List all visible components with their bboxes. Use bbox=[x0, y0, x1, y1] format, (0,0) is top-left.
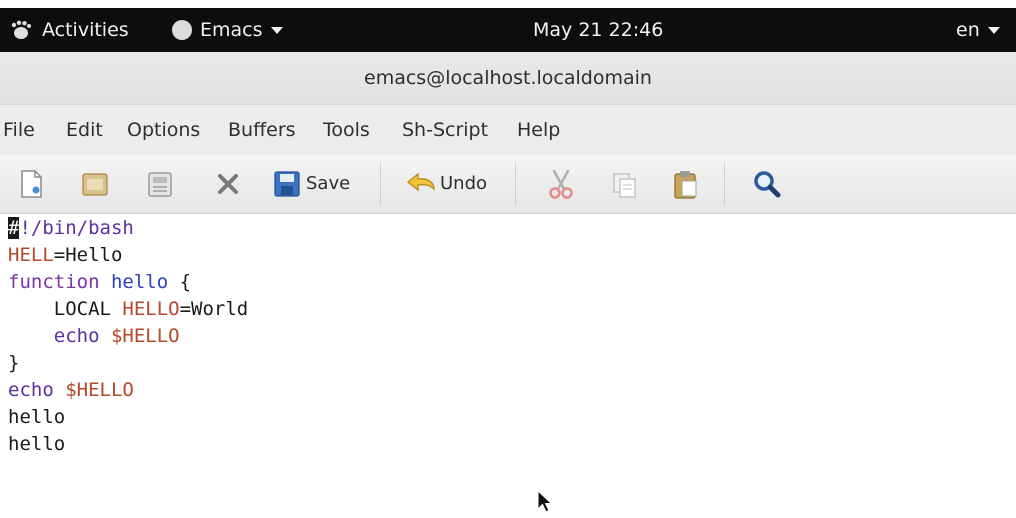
command-text: LOCAL bbox=[8, 298, 123, 320]
paste-icon bbox=[668, 167, 702, 201]
shebang-text: !/bin/bash bbox=[19, 217, 134, 239]
menu-tools[interactable]: Tools bbox=[323, 105, 370, 155]
menu-edit[interactable]: Edit bbox=[66, 105, 103, 155]
undo-button[interactable]: Undo bbox=[404, 167, 500, 201]
clock[interactable]: May 21 22:46 bbox=[533, 8, 663, 52]
close-buffer-button[interactable] bbox=[211, 167, 245, 201]
toolbar-separator bbox=[380, 163, 381, 205]
close-buffer-icon bbox=[211, 167, 245, 201]
menu-sh-script[interactable]: Sh-Script bbox=[402, 105, 488, 155]
code-line: hello bbox=[8, 431, 65, 458]
menu-file[interactable]: File bbox=[3, 105, 35, 155]
undo-icon bbox=[404, 167, 438, 201]
variable-name: HELL bbox=[8, 244, 54, 266]
menu-options[interactable]: Options bbox=[127, 105, 200, 155]
undo-button-label: Undo bbox=[440, 173, 488, 194]
cut-button[interactable] bbox=[544, 167, 578, 201]
dired-icon bbox=[143, 167, 177, 201]
brace: { bbox=[168, 271, 192, 293]
mouse-pointer-icon bbox=[537, 489, 553, 518]
menu-bar: File Edit Options Buffers Tools Sh-Scrip… bbox=[0, 104, 1016, 156]
variable-reference: $HELLO bbox=[65, 379, 134, 401]
code-line: LOCAL HELLO=World bbox=[8, 296, 248, 323]
toolbar-separator bbox=[515, 163, 516, 205]
activities-button[interactable]: Activities bbox=[42, 8, 129, 52]
language-label: en bbox=[956, 19, 980, 41]
copy-icon bbox=[607, 167, 641, 201]
builtin-command: echo bbox=[8, 379, 66, 401]
gnome-foot-icon bbox=[10, 20, 32, 40]
save-button-label: Save bbox=[306, 173, 351, 194]
new-file-button[interactable] bbox=[14, 167, 48, 201]
open-folder-icon bbox=[78, 167, 112, 201]
save-button[interactable]: Save bbox=[272, 167, 362, 201]
search-button[interactable] bbox=[750, 167, 784, 201]
code-line: function hello { bbox=[8, 269, 191, 296]
toolbar-separator bbox=[724, 163, 725, 205]
menu-help[interactable]: Help bbox=[517, 105, 560, 155]
editor-buffer[interactable]: #!/bin/bash HELL=Hello function hello { … bbox=[0, 214, 1016, 518]
function-call: hello bbox=[8, 433, 66, 455]
app-menu-label: Emacs bbox=[200, 19, 263, 41]
code-line: echo $HELLO bbox=[8, 377, 134, 404]
assignment-value: =Hello bbox=[53, 244, 123, 266]
code-line: HELL=Hello bbox=[8, 242, 122, 269]
language-indicator[interactable]: en bbox=[956, 8, 1000, 52]
keyword: function bbox=[8, 271, 100, 293]
variable-name: HELLO bbox=[122, 298, 180, 320]
function-name: hello bbox=[110, 271, 169, 293]
chevron-down-icon bbox=[987, 27, 1000, 34]
tool-bar: Save Undo bbox=[0, 155, 1016, 214]
code-line: #!/bin/bash bbox=[8, 215, 134, 242]
app-menu-button[interactable]: Emacs bbox=[200, 8, 283, 52]
code-line: echo $HELLO bbox=[8, 323, 180, 350]
open-file-button[interactable] bbox=[78, 167, 112, 201]
copy-button[interactable] bbox=[607, 167, 641, 201]
brace: } bbox=[8, 352, 20, 374]
text-cursor: # bbox=[8, 217, 20, 239]
variable-reference: $HELLO bbox=[110, 325, 180, 347]
search-icon bbox=[750, 167, 784, 201]
chevron-down-icon bbox=[270, 27, 283, 34]
paste-button[interactable] bbox=[668, 167, 702, 201]
code-line: } bbox=[8, 350, 19, 377]
gnome-top-bar: Activities Emacs May 21 22:46 en bbox=[0, 8, 1016, 52]
emacs-app-icon bbox=[172, 20, 192, 40]
new-file-icon bbox=[14, 167, 48, 201]
code-line: hello bbox=[8, 404, 65, 431]
builtin-command: echo bbox=[8, 325, 111, 347]
cut-icon bbox=[544, 167, 578, 201]
menu-buffers[interactable]: Buffers bbox=[228, 105, 296, 155]
save-icon bbox=[272, 167, 302, 201]
window-title: emacs@localhost.localdomain bbox=[364, 67, 652, 89]
assignment-value: =World bbox=[179, 298, 249, 320]
function-call: hello bbox=[8, 406, 66, 428]
window-title-bar[interactable]: emacs@localhost.localdomain bbox=[0, 52, 1016, 104]
dired-button[interactable] bbox=[143, 167, 177, 201]
